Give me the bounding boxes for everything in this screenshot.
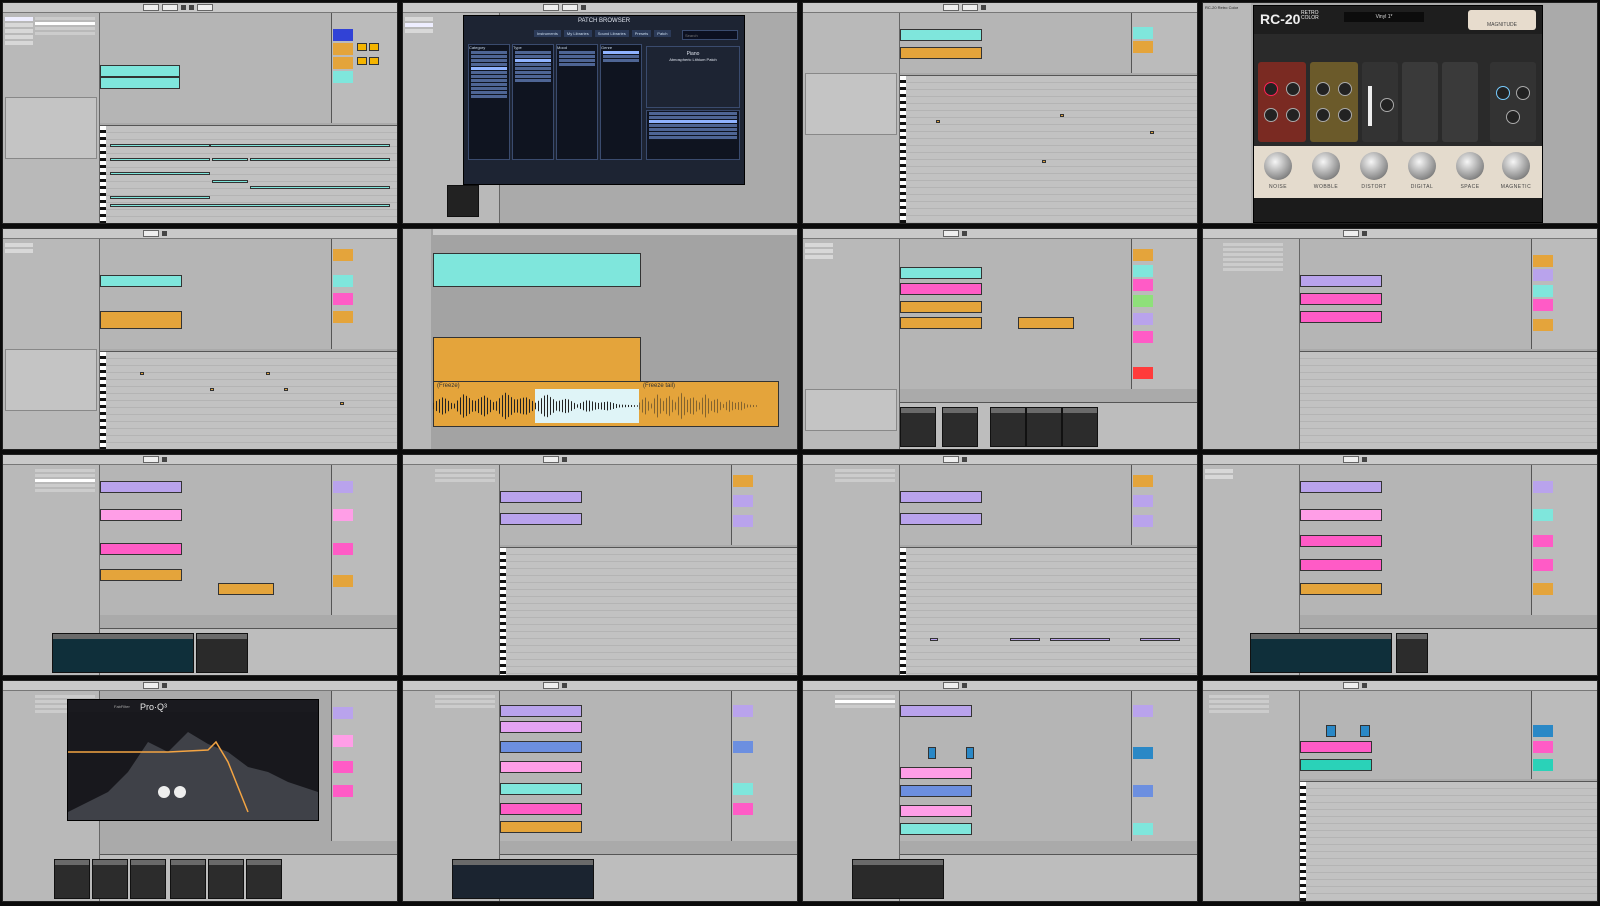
piano-roll[interactable] <box>100 125 397 223</box>
type-column[interactable]: Type <box>512 44 554 160</box>
session-tile-5 <box>2 228 398 450</box>
session-tile-14 <box>402 680 798 902</box>
transport-bar <box>3 3 397 13</box>
genre-header: Genre <box>601 45 613 50</box>
mixer-section <box>331 13 397 123</box>
proq-title: Pro·Q³ <box>140 702 167 712</box>
session-tile-10 <box>402 454 798 676</box>
magnetic-knob[interactable] <box>1502 152 1530 180</box>
magnetic-module <box>1490 62 1536 142</box>
patch-browser-tile: PATCH BROWSER Instruments My Libraries S… <box>402 2 798 224</box>
tab-patch[interactable]: Patch <box>654 30 671 37</box>
digital-label: DIGITAL <box>1410 184 1434 190</box>
mood-column[interactable]: Mood <box>556 44 598 160</box>
browser-panel <box>3 13 100 223</box>
digital-knob[interactable] <box>1408 152 1436 180</box>
noise-knob[interactable] <box>1264 152 1292 180</box>
space-module <box>1442 62 1478 142</box>
arrangement-view[interactable] <box>100 13 331 123</box>
module-knobs: NOISE WOBBLE DISTORT DIGITAL SPACE MAGNE… <box>1254 146 1542 198</box>
proq-plugin[interactable]: FabFilter Pro·Q³ <box>67 699 319 821</box>
session-tile-7 <box>802 228 1198 450</box>
tab-instruments[interactable]: Instruments <box>534 30 561 37</box>
preset-info-panel: Piano Atmospheric Lithium Patch <box>646 46 740 108</box>
screenshot-grid: PATCH BROWSER Instruments My Libraries S… <box>0 0 1600 906</box>
freeze-label: (Freeze) <box>437 383 460 389</box>
space-knob[interactable] <box>1456 152 1484 180</box>
patch-browser-window[interactable]: PATCH BROWSER Instruments My Libraries S… <box>463 15 745 185</box>
rc20-logo-sub: RETRO COLOR <box>1301 10 1319 21</box>
session-tile-12 <box>1202 454 1598 676</box>
magnetic-label: MAGNETIC <box>1500 184 1532 190</box>
patch-browser-title: PATCH BROWSER <box>577 18 631 24</box>
rc20-logo: RC-20 <box>1260 11 1301 27</box>
session-tile-15 <box>802 680 1198 902</box>
mood-header: Mood <box>557 45 568 50</box>
wobble-label: WOBBLE <box>1313 184 1339 190</box>
wobble-knob[interactable] <box>1312 152 1340 180</box>
tab-presets[interactable]: Presets <box>631 30 652 37</box>
freeze-tail-label: (Freeze tail) <box>643 383 676 389</box>
freeze-tile: (Freeze) (Freeze tail) <box>402 228 798 450</box>
wobble-module <box>1310 62 1358 142</box>
distort-knob[interactable] <box>1360 152 1388 180</box>
distort-module <box>1362 62 1398 142</box>
session-tile-16 <box>1202 680 1598 902</box>
preset-subtitle: Atmospheric Lithium Patch <box>669 57 717 62</box>
category-column[interactable]: Category <box>468 44 510 160</box>
preset-list[interactable] <box>646 110 740 160</box>
host-title: RC-20 Retro Color <box>1205 5 1239 10</box>
rc20-tile: RC-20 Retro Color RC-20 RETRO COLOR Vinyl… <box>1202 2 1598 224</box>
distort-label: DISTORT <box>1361 184 1387 190</box>
session-tile-1 <box>2 2 398 224</box>
magnitude-slider[interactable]: MAGNITUDE <box>1468 10 1536 30</box>
search-input[interactable] <box>682 30 738 40</box>
noise-module <box>1258 62 1306 142</box>
proq-brand: FabFilter <box>114 704 130 709</box>
genre-column[interactable]: Genre <box>600 44 642 160</box>
proq-tile: FabFilter Pro·Q³ <box>2 680 398 902</box>
tab-my-libraries[interactable]: My Libraries <box>563 30 592 37</box>
type-header: Type <box>513 45 522 50</box>
space-label: SPACE <box>1460 184 1480 190</box>
session-tile-9 <box>2 454 398 676</box>
rc20-plugin[interactable]: RC-20 RETRO COLOR Vinyl 1* MAGNITUDE NOI… <box>1253 5 1543 223</box>
session-tile-3 <box>802 2 1198 224</box>
category-header: Category <box>469 45 486 50</box>
patch-browser-tabs: Instruments My Libraries Sound Libraries… <box>534 30 671 37</box>
eq-curve-display[interactable] <box>68 712 318 820</box>
tab-sound-libraries[interactable]: Sound Libraries <box>594 30 629 37</box>
noise-label: NOISE <box>1268 184 1288 190</box>
session-tile-11 <box>802 454 1198 676</box>
preset-selector[interactable]: Vinyl 1* <box>1344 12 1424 22</box>
digital-module <box>1402 62 1438 142</box>
session-tile-8 <box>1202 228 1598 450</box>
